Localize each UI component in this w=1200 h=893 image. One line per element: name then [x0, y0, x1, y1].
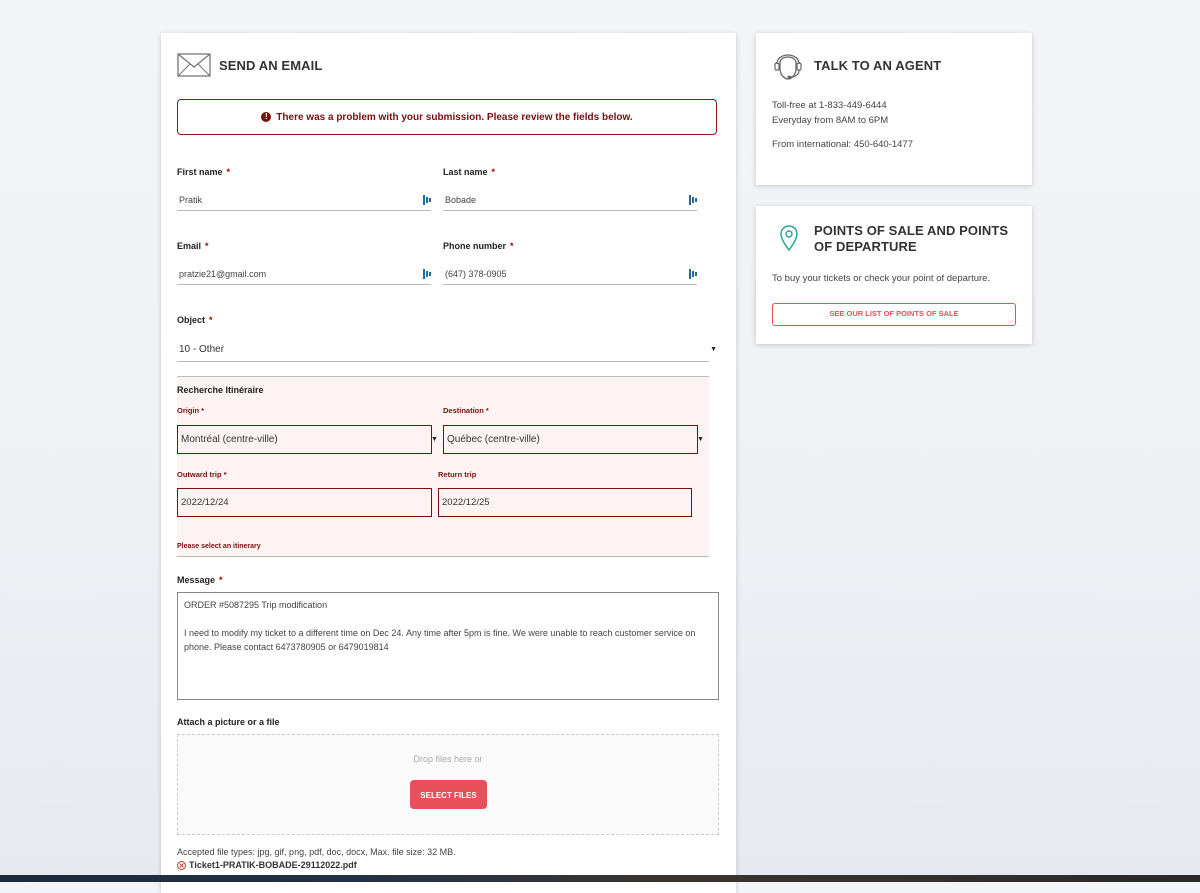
agent-title: TALK TO AN AGENT	[814, 58, 942, 73]
autofill-icon[interactable]	[689, 195, 697, 205]
origin-select[interactable]: Montréal (centre-ville)	[177, 425, 432, 454]
points-title: POINTS OF SALE AND POINTS OF DEPARTURE	[814, 223, 1009, 254]
agent-international: From international: 450-640-1477	[772, 139, 914, 150]
autofill-icon[interactable]	[689, 269, 697, 279]
select-files-button[interactable]: SELECT FILES	[410, 780, 487, 809]
taskbar	[0, 875, 1200, 882]
dropdown-caret-icon: ▼	[710, 346, 717, 353]
itinerary-section: Recherche Itinéraire Origin * Montréal (…	[177, 376, 709, 557]
message-label: Message *	[177, 575, 223, 585]
uploaded-file-name: Ticket1-PRATIK-BOBADE-29112022.pdf	[189, 860, 357, 870]
talk-to-agent-card: TALK TO AN AGENT Toll-free at 1-833-449-…	[756, 33, 1032, 185]
itinerary-error: Please select an itinerary	[177, 543, 261, 550]
origin-label: Origin *	[177, 406, 205, 415]
send-email-card: SEND AN EMAIL ! There was a problem with…	[161, 33, 736, 893]
email-input[interactable]: pratzie21@gmail.com	[177, 263, 431, 285]
uploaded-file: ✕ Ticket1-PRATIK-BOBADE-29112022.pdf	[177, 860, 357, 870]
attach-label: Attach a picture or a file	[177, 717, 280, 727]
return-trip-label: Return trip	[438, 470, 477, 479]
message-line-2: I need to modify my ticket to a differen…	[184, 628, 696, 652]
email-label: Email *	[177, 241, 209, 251]
drop-text: Drop files here or	[413, 754, 483, 764]
phone-input[interactable]: (647) 378-0905	[443, 263, 697, 285]
remove-file-icon[interactable]: ✕	[177, 861, 186, 870]
object-label: Object *	[177, 315, 213, 325]
first-name-input[interactable]: Pratik	[177, 189, 431, 211]
itinerary-title: Recherche Itinéraire	[177, 385, 264, 395]
points-description: To buy your tickets or check your point …	[772, 273, 991, 284]
return-trip-value: 2022/12/25	[442, 497, 490, 508]
agent-hours: Everyday from 8AM to 6PM	[772, 115, 889, 126]
envelope-icon	[177, 53, 211, 77]
autofill-icon[interactable]	[423, 269, 431, 279]
outward-trip-value: 2022/12/24	[181, 497, 229, 508]
file-drop-zone[interactable]: Drop files here or SELECT FILES	[177, 734, 719, 835]
phone-label: Phone number *	[443, 241, 514, 251]
last-name-value: Bobade	[445, 195, 477, 205]
dropdown-caret-icon: ▼	[431, 436, 438, 443]
email-value: pratzie21@gmail.com	[179, 269, 267, 279]
last-name-input[interactable]: Bobade	[443, 189, 697, 211]
send-email-title: SEND AN EMAIL	[219, 58, 323, 73]
accepted-file-types: Accepted file types: jpg, gif, png, pdf,…	[177, 847, 456, 857]
error-icon: !	[261, 112, 272, 122]
error-message: There was a problem with your submission…	[276, 111, 633, 123]
submission-error-banner: ! There was a problem with your submissi…	[177, 99, 717, 135]
destination-label: Destination *	[443, 406, 489, 415]
first-name-label: First name *	[177, 167, 231, 177]
dropdown-caret-icon: ▼	[697, 436, 704, 443]
last-name-label: Last name *	[443, 167, 496, 177]
points-of-sale-card: POINTS OF SALE AND POINTS OF DEPARTURE T…	[756, 206, 1032, 344]
outward-trip-label: Outward trip *	[177, 470, 227, 479]
return-trip-input[interactable]: 2022/12/25	[438, 488, 692, 517]
object-select[interactable]: 10 - Other ▼	[177, 338, 717, 362]
origin-value: Montréal (centre-ville)	[181, 434, 278, 445]
message-textarea[interactable]: ORDER #5087295 Trip modification I need …	[177, 592, 719, 700]
object-value: 10 - Other	[179, 344, 225, 355]
destination-select[interactable]: Québec (centre-ville)	[443, 425, 698, 454]
location-pin-icon	[780, 225, 798, 252]
headset-icon	[774, 54, 802, 80]
first-name-value: Pratik	[179, 195, 203, 205]
agent-tollfree: Toll-free at 1-833-449-6444	[772, 100, 887, 111]
phone-value: (647) 378-0905	[445, 269, 507, 279]
autofill-icon[interactable]	[423, 195, 431, 205]
outward-trip-input[interactable]: 2022/12/24	[177, 488, 432, 517]
message-line-1: ORDER #5087295 Trip modification	[184, 600, 328, 610]
see-points-of-sale-button[interactable]: SEE OUR LIST OF POINTS OF SALE	[772, 303, 1016, 326]
destination-value: Québec (centre-ville)	[447, 434, 540, 445]
